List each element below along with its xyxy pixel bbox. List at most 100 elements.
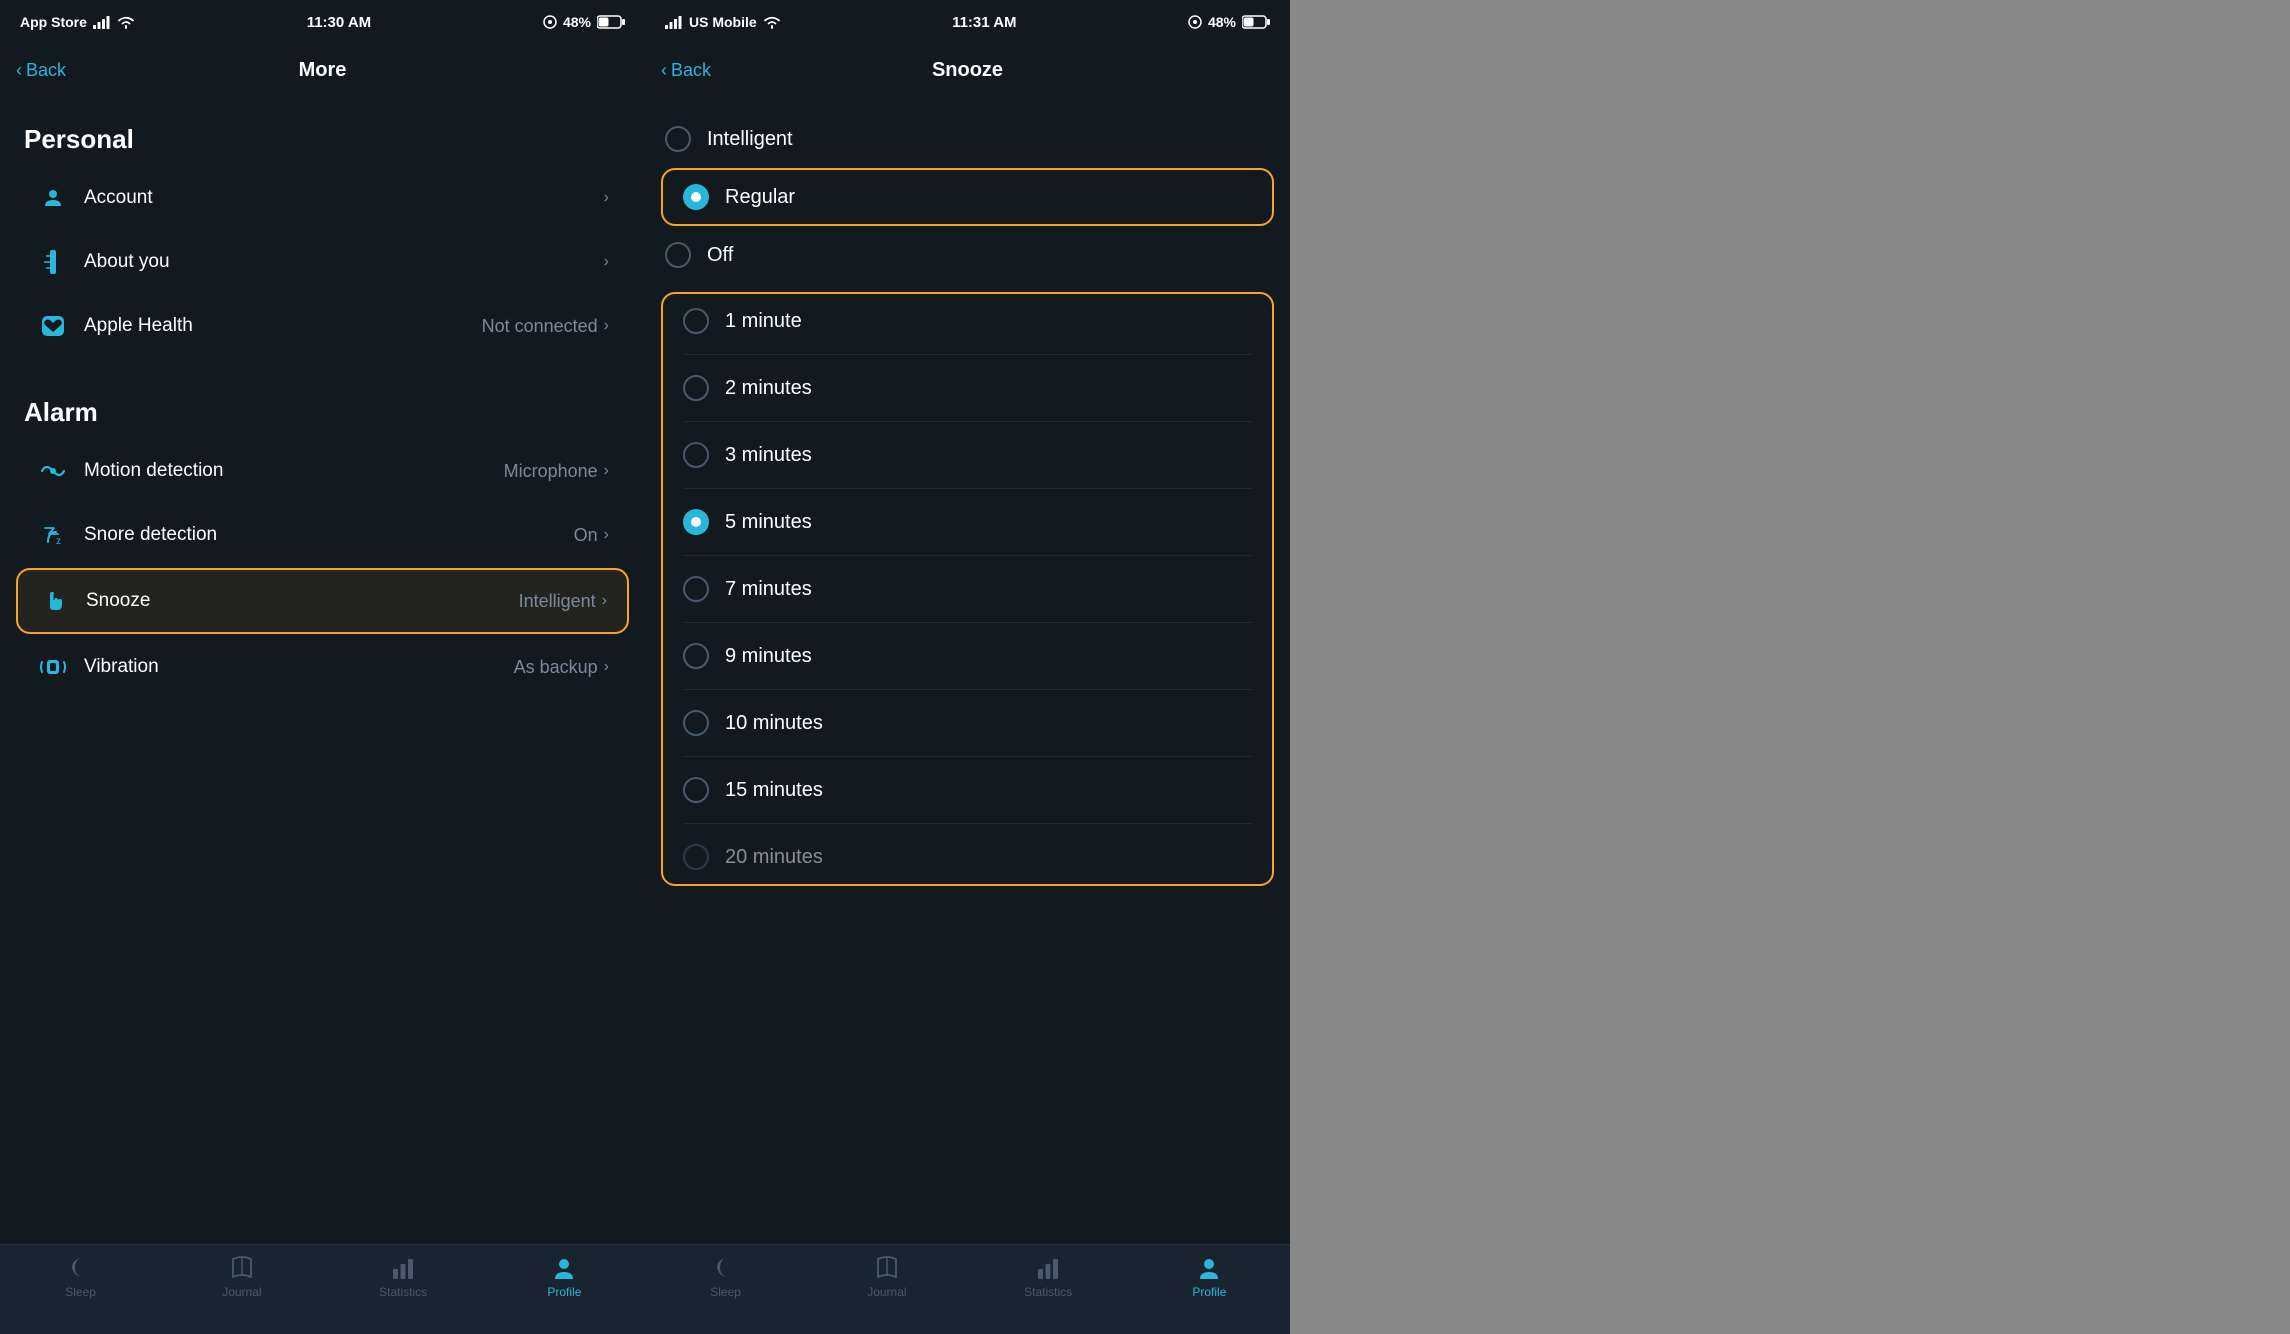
radio-circle-5min [683,509,709,535]
hand-icon [38,584,72,618]
journal-icon-1 [229,1255,255,1281]
tab-profile-1[interactable]: Profile [524,1255,604,1299]
nav-title-2: Snooze [932,59,1003,82]
app-store-label: App Store [20,14,87,30]
snore-value: On [574,525,598,546]
radio-label-10min: 10 minutes [725,712,823,735]
phone-1: App Store 11:30 AM 48% [0,0,645,1334]
back-button-1[interactable]: ‹ Back [16,60,66,81]
battery-icon-2 [1242,15,1270,29]
tab-statistics-label-2: Statistics [1024,1285,1072,1299]
radio-intelligent[interactable]: Intelligent [645,112,1290,166]
row-vibration[interactable]: Vibration As backup › [16,636,629,698]
div-8 [683,823,1252,824]
signal-icon-2 [665,16,683,29]
apple-health-label: Apple Health [84,315,482,337]
apple-health-value: Not connected [482,316,598,337]
row-account[interactable]: Account › [16,167,629,229]
radio-circle-2min [683,375,709,401]
snooze-type-section: Intelligent Regular Off [645,112,1290,282]
motion-value: Microphone [504,461,598,482]
profile-icon-2 [1196,1255,1222,1281]
person-icon [36,181,70,215]
vibration-icon [36,650,70,684]
radio-off[interactable]: Off [645,228,1290,282]
tab-sleep-1[interactable]: Sleep [41,1255,121,1299]
tab-journal-1[interactable]: Journal [202,1255,282,1299]
phone-2: US Mobile 11:31 AM 48% ‹ Back [645,0,1290,1334]
battery-icon-1 [597,15,625,29]
row-about-you[interactable]: About you › [16,231,629,293]
radio-1min[interactable]: 1 minute [663,294,1272,348]
tab-journal-2[interactable]: Journal [847,1255,927,1299]
location-icon [543,15,557,29]
apple-health-chevron: › [604,317,609,335]
row-apple-health[interactable]: Apple Health Not connected › [16,295,629,357]
radio-10min[interactable]: 10 minutes [663,696,1272,750]
tab-sleep-2[interactable]: Sleep [686,1255,766,1299]
radio-label-2min: 2 minutes [725,377,812,400]
status-right-2: 48% [1188,14,1270,30]
radio-2min[interactable]: 2 minutes [663,361,1272,415]
radio-circle-9min [683,643,709,669]
div-3 [683,488,1252,489]
row-snore[interactable]: z Snore detection On › [16,504,629,566]
motion-chevron: › [604,462,609,480]
tab-statistics-2[interactable]: Statistics [1008,1255,1088,1299]
radio-label-7min: 7 minutes [725,578,812,601]
carrier-label: US Mobile [689,14,757,30]
sleep-icon-1 [68,1255,94,1281]
status-time-1: 11:30 AM [307,14,371,31]
radio-regular[interactable]: Regular [663,170,1272,224]
wifi-icon [117,15,135,29]
account-label: Account [84,187,604,209]
status-right-1: 48% [543,14,625,30]
radio-label-9min: 9 minutes [725,645,812,668]
battery-percent-2: 48% [1208,14,1236,30]
wifi-icon-2 [763,15,781,29]
snooze-label: Snooze [86,590,519,612]
back-chevron-1: ‹ [16,60,22,81]
radio-9min[interactable]: 9 minutes [663,629,1272,683]
radio-20min[interactable]: 20 minutes [663,830,1272,884]
div-7 [683,756,1252,757]
radio-regular-box[interactable]: Regular [661,168,1274,226]
radio-7min[interactable]: 7 minutes [663,562,1272,616]
radio-15min[interactable]: 15 minutes [663,763,1272,817]
journal-icon-2 [874,1255,900,1281]
div-6 [683,689,1252,690]
ruler-icon [36,245,70,279]
back-chevron-2: ‹ [661,60,667,81]
location-icon-2 [1188,15,1202,29]
minutes-box: 1 minute 2 minutes 3 minutes 5 minutes 7… [661,292,1274,886]
div-5 [683,622,1252,623]
radio-label-15min: 15 minutes [725,779,823,802]
radio-circle-15min [683,777,709,803]
radio-label-20min: 20 minutes [725,846,823,869]
tab-bar-2: Sleep Journal Statistics Profile [645,1244,1290,1334]
radio-label-3min: 3 minutes [725,444,812,467]
vibration-chevron: › [604,658,609,676]
right-bg [1290,0,2290,1334]
nav-bar-1: ‹ Back More [0,44,645,96]
tab-profile-2[interactable]: Profile [1169,1255,1249,1299]
radio-circle-10min [683,710,709,736]
tab-statistics-1[interactable]: Statistics [363,1255,443,1299]
statistics-icon-1 [390,1255,416,1281]
about-you-chevron: › [604,253,609,271]
back-label-1: Back [26,60,66,81]
radio-circle-regular [683,184,709,210]
tab-profile-label-1: Profile [547,1285,581,1299]
status-bar-2: US Mobile 11:31 AM 48% [645,0,1290,44]
radio-5min[interactable]: 5 minutes [663,495,1272,549]
status-left-1: App Store [20,14,135,30]
tab-bar-1: Sleep Journal Statistics Profile [0,1244,645,1334]
radio-3min[interactable]: 3 minutes [663,428,1272,482]
row-motion[interactable]: Motion detection Microphone › [16,440,629,502]
signal-icon [93,16,111,29]
row-snooze[interactable]: Snooze Intelligent › [16,568,629,634]
back-button-2[interactable]: ‹ Back [661,60,711,81]
radio-circle-1min [683,308,709,334]
tab-journal-label-2: Journal [867,1285,906,1299]
back-label-2: Back [671,60,711,81]
